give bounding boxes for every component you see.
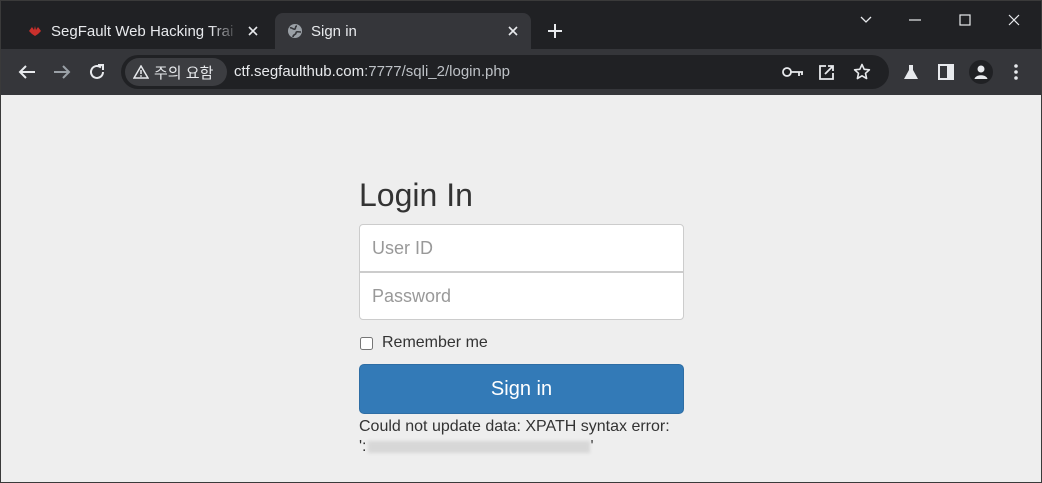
arrow-right-icon bbox=[54, 65, 71, 79]
tab-bar: SegFault Web Hacking Trai Sign in bbox=[1, 1, 1041, 49]
url-path: :7777/sqli_2/login.php bbox=[364, 63, 511, 80]
error-quote-open: ': bbox=[359, 438, 367, 455]
remember-me[interactable]: Remember me bbox=[359, 334, 488, 352]
minimize-button[interactable] bbox=[892, 5, 938, 35]
arrow-left-icon bbox=[18, 65, 35, 79]
tab-segfault[interactable]: SegFault Web Hacking Trai bbox=[15, 13, 271, 49]
password-input[interactable] bbox=[359, 272, 684, 320]
user-id-input[interactable] bbox=[359, 224, 684, 272]
close-icon[interactable] bbox=[499, 17, 527, 45]
reload-button[interactable] bbox=[81, 56, 113, 88]
profile-button[interactable] bbox=[965, 56, 997, 88]
sign-in-button[interactable]: Sign in bbox=[359, 364, 684, 414]
security-label: 주의 요함 bbox=[154, 64, 214, 82]
warning-icon bbox=[133, 65, 149, 79]
segfault-favicon-icon bbox=[27, 23, 43, 39]
flask-icon bbox=[904, 65, 918, 79]
minimize-icon bbox=[909, 19, 921, 21]
key-icon[interactable] bbox=[781, 60, 805, 84]
maximize-button[interactable] bbox=[942, 5, 988, 35]
avatar-icon bbox=[969, 60, 993, 84]
reload-icon bbox=[90, 64, 104, 79]
browser-window: SegFault Web Hacking Trai Sign in 주의 요함 … bbox=[0, 0, 1042, 483]
address-bar[interactable]: 주의 요함 ctf.segfaulthub.com:7777/sqli_2/lo… bbox=[121, 55, 889, 89]
error-message: Could not update data: XPATH syntax erro… bbox=[359, 417, 684, 457]
error-text: Could not update data: XPATH syntax erro… bbox=[359, 418, 670, 435]
url-text[interactable]: ctf.segfaulthub.com:7777/sqli_2/login.ph… bbox=[234, 63, 510, 80]
globe-icon bbox=[287, 23, 303, 39]
side-panel-button[interactable] bbox=[930, 56, 962, 88]
menu-button[interactable] bbox=[1000, 56, 1032, 88]
remember-me-label: Remember me bbox=[382, 334, 488, 351]
tab-sign-in[interactable]: Sign in bbox=[275, 13, 531, 49]
bookmark-star-icon[interactable] bbox=[850, 60, 874, 84]
browser-toolbar: 주의 요함 ctf.segfaulthub.com:7777/sqli_2/lo… bbox=[1, 49, 1041, 95]
tab-search-button[interactable] bbox=[843, 5, 889, 35]
close-icon[interactable] bbox=[239, 17, 267, 45]
tab-title: Sign in bbox=[311, 22, 357, 40]
close-window-button[interactable] bbox=[991, 5, 1037, 35]
error-detail: ': ' bbox=[359, 437, 684, 457]
kebab-menu-icon bbox=[1014, 64, 1018, 80]
chevron-down-icon bbox=[860, 16, 872, 23]
remember-me-checkbox[interactable] bbox=[360, 336, 373, 350]
redacted-value bbox=[367, 441, 590, 453]
url-host: ctf.segfaulthub.com bbox=[234, 63, 365, 80]
page-title: Login In bbox=[359, 177, 473, 213]
tab-title: SegFault Web Hacking Trai bbox=[51, 22, 234, 40]
security-chip[interactable]: 주의 요함 bbox=[125, 58, 227, 86]
side-panel-icon bbox=[938, 64, 954, 80]
share-icon[interactable] bbox=[815, 60, 839, 84]
maximize-icon bbox=[959, 14, 971, 26]
labs-button[interactable] bbox=[895, 56, 927, 88]
forward-button[interactable] bbox=[46, 56, 78, 88]
page-content: Login In Remember me Sign in Could not u… bbox=[1, 95, 1041, 482]
close-icon bbox=[1008, 14, 1020, 26]
new-tab-button[interactable] bbox=[541, 17, 569, 45]
error-quote-close: ' bbox=[590, 438, 594, 455]
back-button[interactable] bbox=[11, 56, 43, 88]
plus-icon bbox=[548, 24, 562, 38]
